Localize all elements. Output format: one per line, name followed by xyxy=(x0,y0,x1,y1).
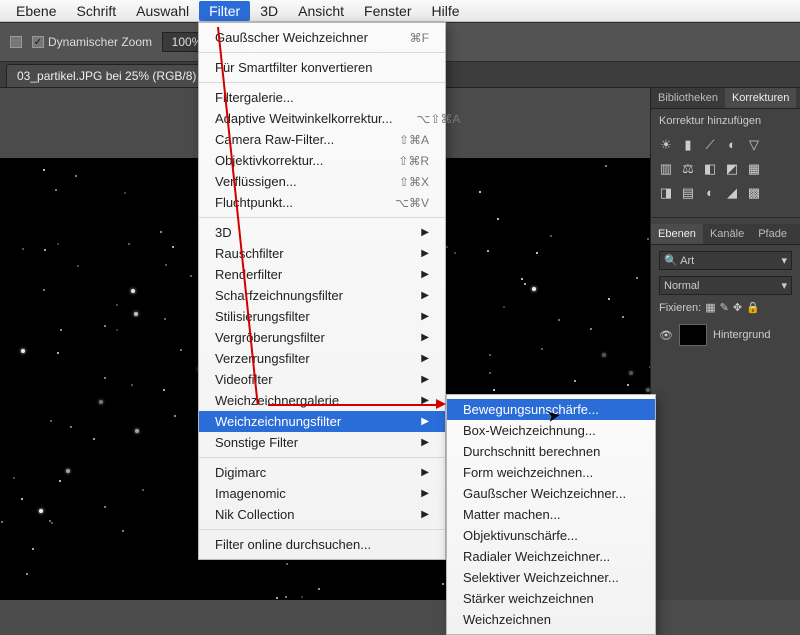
vibrance-icon[interactable]: ▽ xyxy=(747,137,761,153)
lock-label: Fixieren: xyxy=(659,302,701,314)
balance-icon[interactable]: ⚖ xyxy=(681,161,695,177)
menu-3d[interactable]: 3D xyxy=(250,1,288,21)
menu-item[interactable]: Filtergalerie... xyxy=(199,87,445,108)
right-panels: BibliothekenKorrekturen Korrektur hinzuf… xyxy=(650,88,800,600)
visibility-icon[interactable]: 👁 xyxy=(659,329,673,342)
adjustments-icon-row-3: ◨ ▤ ◐ ◢ ▩ xyxy=(659,181,792,205)
channel-icon[interactable]: ▦ xyxy=(747,161,761,177)
adjustments-subtitle: Korrektur hinzufügen xyxy=(659,115,792,127)
lock-move-icon[interactable]: ✥ xyxy=(733,301,742,314)
menu-item[interactable]: Imagenomic▶ xyxy=(199,483,445,504)
menu-item[interactable]: Form weichzeichnen... xyxy=(447,462,655,483)
checkbox-dynamischer-zoom[interactable]: ✓ Dynamischer Zoom xyxy=(32,35,152,49)
hue-icon[interactable]: ▥ xyxy=(659,161,673,177)
lock-pixels-icon[interactable]: ▦ xyxy=(705,301,715,314)
layer-thumbnail[interactable] xyxy=(679,324,707,346)
blur-submenu: Bewegungsunschärfe...Box-Weichzeichnung.… xyxy=(446,394,656,635)
menu-item[interactable]: Durchschnitt berechnen xyxy=(447,441,655,462)
dynamischer-zoom-label: Dynamischer Zoom xyxy=(48,35,152,49)
menu-schrift[interactable]: Schrift xyxy=(66,1,126,21)
menu-item[interactable]: Objektivunschärfe... xyxy=(447,525,655,546)
layers-panel: 🔍 Art▾ Normal▾ Fixieren: ▦ ✎ ✥ 🔒 👁 Hinte… xyxy=(651,245,800,356)
filter-menu: Gaußscher Weichzeichner⌘F Für Smartfilter… xyxy=(198,22,446,560)
menu-item[interactable]: Filter online durchsuchen... xyxy=(199,534,445,555)
menu-filter[interactable]: Filter xyxy=(199,1,250,21)
menu-item[interactable]: 3D▶ xyxy=(199,222,445,243)
menu-item[interactable]: Verzerrungsfilter▶ xyxy=(199,348,445,369)
menu-item[interactable]: Box-Weichzeichnung... xyxy=(447,420,655,441)
checkbox-a[interactable] xyxy=(10,36,22,48)
adjustments-icon-row-2: ▥ ⚖ ◧ ◩ ▦ xyxy=(659,157,792,181)
menu-item[interactable]: Weichzeichnergalerie▶ xyxy=(199,390,445,411)
menu-item[interactable]: Radialer Weichzeichner... xyxy=(447,546,655,567)
menu-item[interactable]: Renderfilter▶ xyxy=(199,264,445,285)
menu-item[interactable]: Weichzeichnen xyxy=(447,609,655,630)
menu-item[interactable]: Gaußscher Weichzeichner⌘F xyxy=(199,27,445,48)
exposure-icon[interactable]: ◐ xyxy=(725,137,739,153)
menu-item[interactable]: Gaußscher Weichzeichner... xyxy=(447,483,655,504)
adjustments-panel-tabs: BibliothekenKorrekturen xyxy=(651,88,800,109)
adjustments-icon-row-1: ☀ ▮ ⟋ ◐ ▽ xyxy=(659,133,792,157)
panel-tab-korrekturen[interactable]: Korrekturen xyxy=(725,88,796,108)
menu-ebene[interactable]: Ebene xyxy=(6,1,66,21)
panel-tab-pfade[interactable]: Pfade xyxy=(751,224,794,244)
menu-item[interactable]: Digimarc▶ xyxy=(199,462,445,483)
lock-controls: Fixieren: ▦ ✎ ✥ 🔒 xyxy=(659,301,792,314)
panel-tab-bibliotheken[interactable]: Bibliotheken xyxy=(651,88,725,108)
menu-item[interactable]: Camera Raw-Filter...⇧⌘A xyxy=(199,129,445,150)
menu-auswahl[interactable]: Auswahl xyxy=(126,1,199,21)
menu-item[interactable]: Stilisierungsfilter▶ xyxy=(199,306,445,327)
menu-ansicht[interactable]: Ansicht xyxy=(288,1,354,21)
threshold-icon[interactable]: ◐ xyxy=(703,185,717,201)
menu-fenster[interactable]: Fenster xyxy=(354,1,421,21)
menu-hilfe[interactable]: Hilfe xyxy=(422,1,470,21)
photo-icon[interactable]: ◩ xyxy=(725,161,739,177)
menu-item[interactable]: Stärker weichzeichnen xyxy=(447,588,655,609)
menu-item[interactable]: Vergröberungsfilter▶ xyxy=(199,327,445,348)
bw-icon[interactable]: ◧ xyxy=(703,161,717,177)
document-tab-title: 03_partikel.JPG bei 25% (RGB/8) xyxy=(17,69,196,83)
menu-item[interactable]: Videofilter▶ xyxy=(199,369,445,390)
lock-all-icon[interactable]: 🔒 xyxy=(746,301,760,314)
menu-item[interactable]: Verflüssigen...⇧⌘X xyxy=(199,171,445,192)
menu-item[interactable]: Scharfzeichnungsfilter▶ xyxy=(199,285,445,306)
adjustments-panel: Korrektur hinzufügen ☀ ▮ ⟋ ◐ ▽ ▥ ⚖ ◧ ◩ ▦… xyxy=(651,109,800,211)
invert-icon[interactable]: ◨ xyxy=(659,185,673,201)
brightness-icon[interactable]: ☀ xyxy=(659,137,673,153)
menu-item[interactable]: Rauschfilter▶ xyxy=(199,243,445,264)
menu-item[interactable]: Matter machen... xyxy=(447,504,655,525)
menu-item[interactable]: Selektiver Weichzeichner... xyxy=(447,567,655,588)
layers-panel-tabs: EbenenKanälePfade xyxy=(651,224,800,245)
menu-item[interactable]: Weichzeichnungsfilter▶ xyxy=(199,411,445,432)
levels-icon[interactable]: ▮ xyxy=(681,137,695,153)
selective-icon[interactable]: ▩ xyxy=(747,185,761,201)
document-tab[interactable]: 03_partikel.JPG bei 25% (RGB/8) xyxy=(6,64,207,87)
menu-item[interactable]: Adaptive Weitwinkelkorrektur...⌥⇧⌘A xyxy=(199,108,445,129)
gradient-icon[interactable]: ◢ xyxy=(725,185,739,201)
layer-name: Hintergrund xyxy=(713,329,770,341)
blend-mode-select[interactable]: Normal▾ xyxy=(659,276,792,295)
menubar: EbeneSchriftAuswahlFilter3DAnsichtFenste… xyxy=(0,0,800,22)
panel-tab-ebenen[interactable]: Ebenen xyxy=(651,224,703,244)
layer-row-background[interactable]: 👁 Hintergrund xyxy=(659,320,792,350)
menu-item[interactable]: Für Smartfilter konvertieren xyxy=(199,57,445,78)
menu-item[interactable]: Sonstige Filter▶ xyxy=(199,432,445,453)
lock-brush-icon[interactable]: ✎ xyxy=(720,301,729,314)
posterize-icon[interactable]: ▤ xyxy=(681,185,695,201)
layer-kind-filter[interactable]: 🔍 Art▾ xyxy=(659,251,792,270)
curves-icon[interactable]: ⟋ xyxy=(703,137,717,153)
menu-item[interactable]: Nik Collection▶ xyxy=(199,504,445,525)
menu-item[interactable]: Fluchtpunkt...⌥⌘V xyxy=(199,192,445,213)
menu-item[interactable]: Objektivkorrektur...⇧⌘R xyxy=(199,150,445,171)
menu-item[interactable]: Bewegungsunschärfe... xyxy=(447,399,655,420)
panel-tab-kanäle[interactable]: Kanäle xyxy=(703,224,751,244)
